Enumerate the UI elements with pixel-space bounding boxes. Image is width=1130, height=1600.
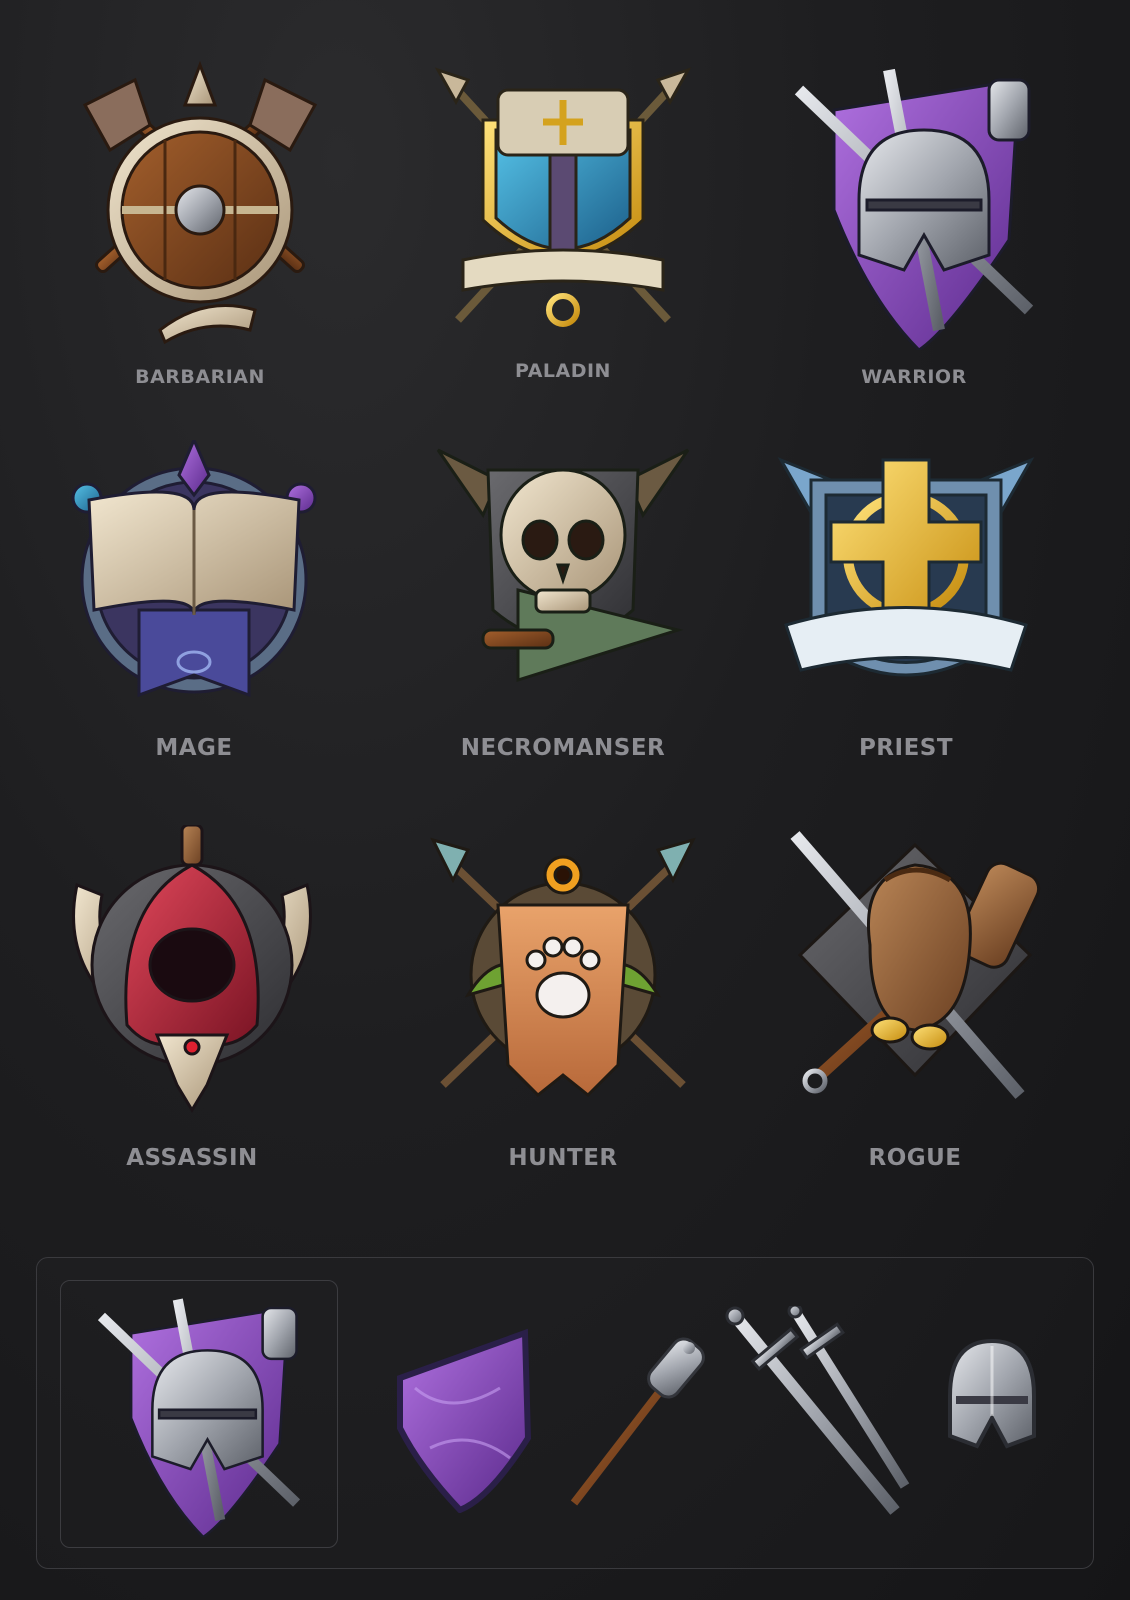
- crossed-swords-icon[interactable]: [725, 1306, 910, 1516]
- class-card-priest[interactable]: PRIEST: [736, 440, 1076, 800]
- class-label: NECROMANSER: [460, 735, 666, 761]
- class-card-necromanser[interactable]: NECROMANSER: [393, 440, 733, 800]
- warrior-composite-frame[interactable]: [60, 1280, 338, 1548]
- class-card-mage[interactable]: MAGE: [24, 440, 364, 800]
- class-label: HUNTER: [508, 1145, 618, 1171]
- necromanser-emblem-icon: [428, 440, 698, 730]
- mage-emblem-icon: [59, 440, 329, 730]
- class-card-rogue[interactable]: ROGUE: [745, 825, 1085, 1185]
- class-card-barbarian[interactable]: BARBARIAN: [30, 60, 370, 420]
- class-card-hunter[interactable]: HUNTER: [393, 825, 733, 1185]
- priest-emblem-icon: [771, 440, 1041, 730]
- assassin-emblem-icon: [57, 825, 327, 1115]
- purple-shield-icon[interactable]: [390, 1328, 538, 1513]
- class-card-warrior[interactable]: WARRIOR: [744, 60, 1084, 420]
- class-card-paladin[interactable]: PALADIN: [393, 60, 733, 420]
- rogue-emblem-icon: [780, 825, 1050, 1115]
- class-label: WARRIOR: [861, 366, 967, 388]
- class-label: BARBARIAN: [135, 366, 265, 388]
- warrior-emblem-composite-icon: [71, 1291, 327, 1537]
- warrior-emblem-icon: [779, 60, 1049, 350]
- class-card-assassin[interactable]: ASSASSIN: [22, 825, 362, 1185]
- spiked-mace-icon[interactable]: [564, 1333, 714, 1513]
- class-label: PRIEST: [858, 735, 954, 761]
- knight-helmet-icon[interactable]: [942, 1336, 1042, 1451]
- warrior-breakdown-panel: [36, 1257, 1094, 1569]
- hunter-emblem-icon: [428, 825, 698, 1115]
- class-emblem-grid: BARBARIAN PALADIN WARRIOR MAGE NECROMANS…: [0, 0, 1130, 1240]
- paladin-emblem-icon: [428, 60, 698, 350]
- class-label: ASSASSIN: [126, 1145, 258, 1171]
- class-label: ROGUE: [868, 1145, 962, 1171]
- class-label: MAGE: [155, 735, 233, 761]
- class-label: PALADIN: [515, 360, 611, 382]
- barbarian-emblem-icon: [65, 60, 335, 350]
